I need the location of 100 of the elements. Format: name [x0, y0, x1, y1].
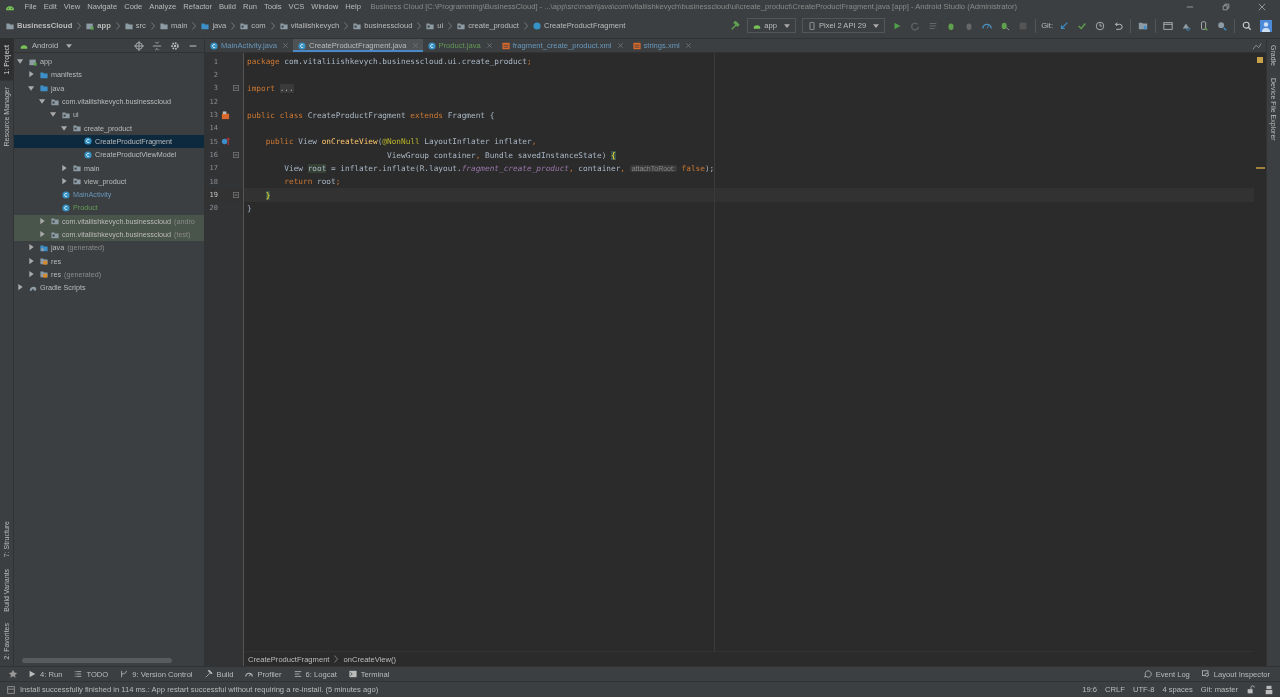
avd-manager-icon[interactable] [1199, 20, 1209, 31]
terminal-icon [348, 670, 357, 678]
chevron-icon [115, 21, 120, 30]
inspector-icon [1201, 670, 1210, 678]
close-icon[interactable] [617, 43, 623, 48]
expanded-arrow-icon[interactable] [61, 124, 68, 132]
hammer-icon [204, 670, 213, 678]
class-icon [62, 190, 70, 199]
rerun-icon[interactable] [910, 20, 921, 31]
fold-marker-icon[interactable] [233, 152, 239, 159]
close-icon[interactable] [486, 43, 492, 48]
scrollbar-thumb[interactable] [22, 658, 172, 663]
collapsed-arrow-icon[interactable] [28, 257, 35, 265]
list-icon [74, 670, 83, 678]
class-icon [62, 203, 70, 212]
checkmark-icon[interactable] [1077, 20, 1087, 31]
chevron-icon [523, 21, 528, 30]
chevron-icon [77, 21, 82, 30]
collapsed-arrow-icon[interactable] [28, 244, 35, 252]
collapsed-arrow-icon[interactable] [39, 217, 46, 225]
expanded-arrow-icon[interactable] [28, 84, 35, 92]
collapsed-arrow-icon[interactable] [28, 71, 35, 79]
class-icon [210, 41, 218, 50]
package-icon [51, 230, 59, 239]
layout-file-icon[interactable] [220, 110, 230, 120]
class-icon [84, 150, 92, 159]
chevron-icon [270, 21, 275, 30]
collapsed-arrow-icon[interactable] [61, 177, 68, 185]
package-icon [279, 21, 288, 30]
branch-icon [120, 670, 129, 678]
chevron-icon [448, 21, 453, 30]
package-icon [62, 110, 70, 119]
lock-icon[interactable] [1246, 684, 1256, 695]
list-icon[interactable] [928, 20, 939, 31]
history-icon[interactable] [1095, 20, 1105, 31]
speech-bubble-icon [1143, 670, 1152, 678]
phone-icon [807, 21, 816, 30]
collapsed-arrow-icon[interactable] [39, 231, 46, 238]
package-icon [51, 217, 59, 226]
caret-icon [783, 23, 790, 28]
package-icon [51, 97, 59, 106]
package-icon [73, 164, 81, 172]
package-icon [240, 21, 249, 30]
tab-options-icon[interactable] [1252, 40, 1262, 51]
printer-icon[interactable] [1264, 684, 1274, 695]
fold-marker-icon[interactable] [233, 192, 239, 199]
chevron-icon [344, 21, 349, 30]
sdk-manager-icon[interactable] [1217, 20, 1227, 31]
chevron-icon [231, 21, 236, 30]
lines-icon [293, 670, 302, 678]
package-icon [426, 21, 435, 30]
close-icon[interactable] [283, 43, 288, 48]
undo-icon[interactable] [1113, 20, 1123, 31]
hammer-icon[interactable] [730, 20, 741, 31]
settings-icon[interactable] [170, 40, 180, 51]
class-icon [298, 41, 306, 50]
resource-folder-icon [40, 257, 48, 266]
collapsed-arrow-icon[interactable] [17, 284, 24, 292]
window-layout-icon[interactable] [6, 684, 16, 695]
class-icon [532, 21, 541, 30]
module-icon [86, 21, 95, 30]
analysis-status-icon [1257, 57, 1263, 63]
play-icon [28, 670, 36, 678]
warning-marker[interactable] [1255, 167, 1265, 169]
chevron-icon [150, 21, 155, 30]
target-icon[interactable] [134, 40, 144, 51]
window-icon[interactable] [1163, 20, 1173, 31]
folder-icon [201, 21, 210, 30]
chevron-icon [417, 21, 422, 30]
expanded-arrow-icon[interactable] [50, 111, 57, 119]
star-icon [8, 669, 18, 679]
update-icon[interactable] [1059, 20, 1069, 31]
search-icon[interactable] [1242, 20, 1252, 31]
folder-icon [159, 21, 168, 30]
collapsed-arrow-icon[interactable] [61, 164, 68, 172]
fold-marker-icon[interactable] [233, 85, 239, 92]
package-icon [457, 21, 466, 30]
class-icon [427, 41, 436, 50]
chevron-icon [334, 655, 339, 663]
collapsed-arrow-icon[interactable] [28, 270, 35, 278]
package-icon [73, 177, 81, 186]
user-avatar-icon[interactable] [1260, 19, 1272, 32]
collapse-all-icon[interactable] [152, 40, 162, 51]
package-icon [353, 21, 362, 30]
override-marker-icon[interactable] [220, 137, 230, 147]
class-icon [84, 137, 92, 146]
gauge-icon [245, 670, 254, 678]
apply-changes-icon[interactable] [1000, 20, 1011, 31]
module-icon [29, 57, 37, 66]
resource-folder-icon [40, 270, 48, 279]
restore-icon[interactable] [1222, 2, 1230, 11]
chevron-icon [192, 21, 197, 30]
caret-icon [873, 23, 880, 28]
folder-icon [6, 21, 14, 30]
expanded-arrow-icon[interactable] [17, 58, 24, 66]
expanded-arrow-icon[interactable] [39, 98, 46, 106]
generated-folder-icon [40, 243, 48, 252]
close-icon[interactable] [1258, 2, 1266, 11]
close-icon[interactable] [685, 43, 691, 48]
project-structure-icon[interactable] [1138, 20, 1148, 31]
